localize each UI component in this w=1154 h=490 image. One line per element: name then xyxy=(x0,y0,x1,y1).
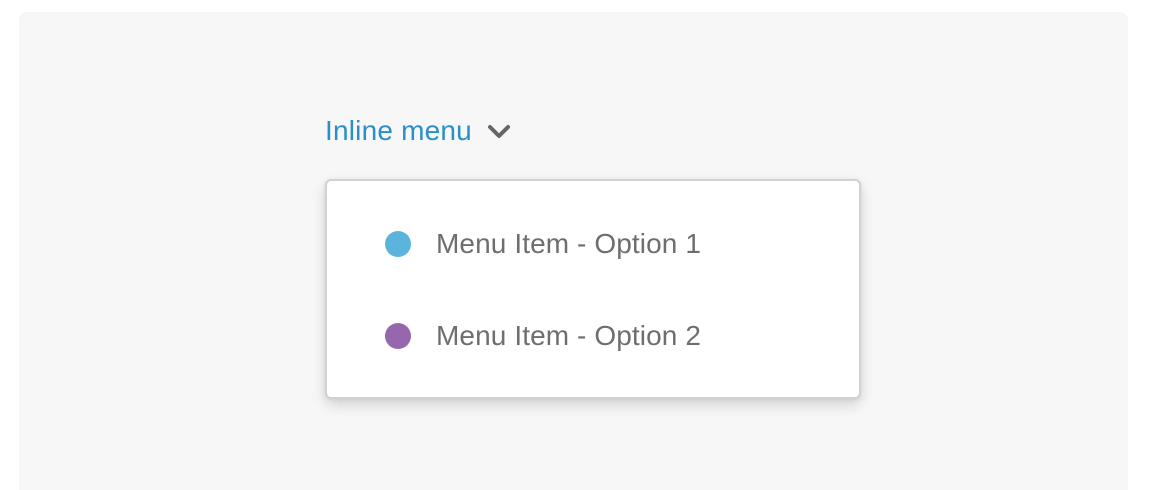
menu-item-option-2[interactable]: Menu Item - Option 2 xyxy=(385,314,701,358)
inline-menu-dropdown: Menu Item - Option 1 Menu Item - Option … xyxy=(325,179,861,399)
chevron-down-icon[interactable] xyxy=(486,119,512,145)
purple-dot-icon xyxy=(385,323,411,349)
menu-item-label: Menu Item - Option 1 xyxy=(436,228,702,259)
menu-item-option-1[interactable]: Menu Item - Option 1 xyxy=(385,222,701,266)
menu-item-label: Menu Item - Option 2 xyxy=(436,320,702,351)
inline-menu-toggle[interactable]: Inline menu xyxy=(325,112,512,150)
inline-menu-label: Inline menu xyxy=(325,115,472,146)
blue-dot-icon xyxy=(385,231,411,257)
demo-panel: Inline menu Menu Item - Option 1 Menu It… xyxy=(19,12,1128,490)
